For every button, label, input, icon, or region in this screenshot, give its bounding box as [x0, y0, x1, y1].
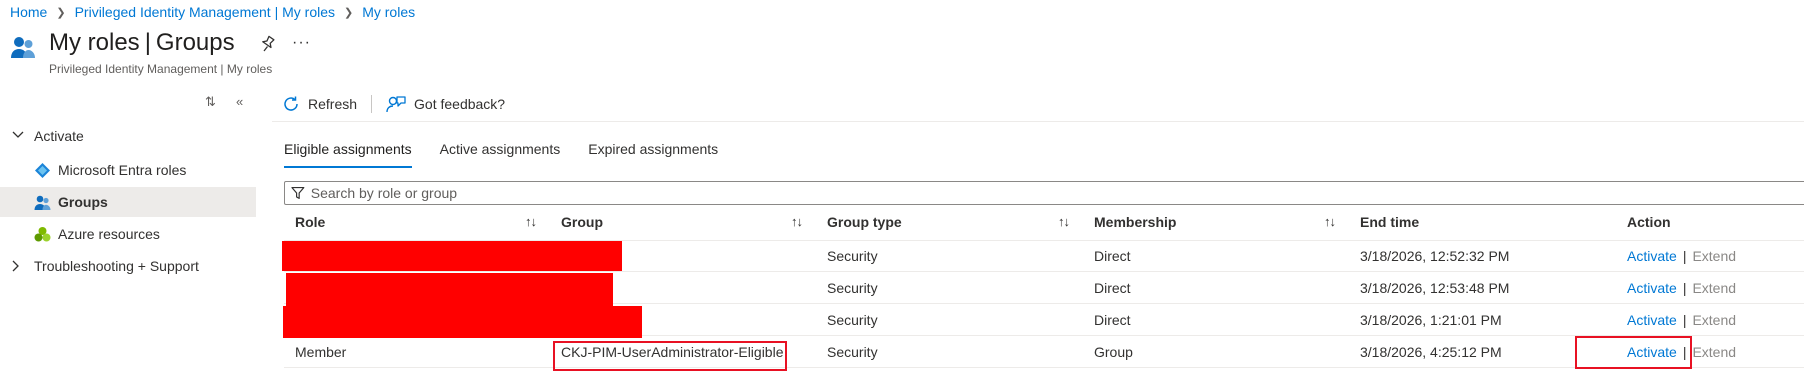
groups-icon: [11, 37, 35, 58]
column-header-action: Action: [1627, 214, 1671, 230]
sidebar-item-label: Activate: [34, 128, 84, 144]
command-bar: Refresh Got feedback?: [282, 90, 505, 118]
sidebar-item-label: Azure resources: [58, 226, 160, 242]
cell-action: Activate | Extend: [1627, 280, 1736, 296]
activate-highlight-box: [1575, 336, 1692, 369]
cell-end-time: 3/18/2026, 12:53:48 PM: [1360, 280, 1510, 296]
cell-end-time: 3/18/2026, 1:21:01 PM: [1360, 312, 1502, 328]
action-separator: |: [1682, 280, 1687, 296]
column-header-end-time: End time: [1360, 214, 1420, 230]
pin-icon[interactable]: [260, 35, 276, 53]
azure-resources-icon: [34, 227, 51, 242]
groups-icon: [34, 195, 51, 210]
breadcrumb: Home ❯ Privileged Identity Management | …: [10, 3, 415, 21]
cell-end-time: 3/18/2026, 12:52:32 PM: [1360, 248, 1510, 264]
sort-arrows-icon[interactable]: ↑↓: [791, 214, 803, 229]
refresh-icon: [284, 96, 298, 111]
action-separator: |: [1682, 312, 1687, 328]
sort-arrows-icon[interactable]: ↑↓: [1058, 214, 1070, 229]
filter-icon: [291, 187, 305, 199]
sidebar-item-troubleshooting-support[interactable]: Troubleshooting + Support: [0, 251, 256, 281]
collapse-sidebar-icon[interactable]: «: [236, 94, 243, 109]
activate-link[interactable]: Activate: [1627, 248, 1677, 264]
cell-group-type: Security: [827, 312, 878, 328]
activate-link[interactable]: Activate: [1627, 280, 1677, 296]
column-header-role[interactable]: Role: [295, 214, 325, 230]
breadcrumb-home[interactable]: Home: [10, 4, 47, 20]
toolbar-divider-line: [272, 121, 1804, 122]
redaction-block: [282, 241, 622, 271]
sidebar-item-label: Troubleshooting + Support: [34, 258, 199, 274]
cell-action: Activate | Extend: [1627, 248, 1736, 264]
cell-membership: Direct: [1094, 312, 1131, 328]
search-input[interactable]: [310, 185, 1804, 201]
cell-end-time: 3/18/2026, 4:25:12 PM: [1360, 344, 1502, 360]
page-title-sub: Groups: [155, 29, 235, 56]
more-options-icon[interactable]: ···: [292, 34, 311, 52]
tab-expired-assignments[interactable]: Expired assignments: [588, 141, 718, 165]
feedback-button[interactable]: Got feedback?: [386, 95, 505, 113]
sort-toggle-icon[interactable]: ⇅: [205, 94, 216, 110]
column-header-group-type[interactable]: Group type: [827, 214, 902, 230]
toolbar-divider: [371, 95, 373, 113]
refresh-label: Refresh: [308, 96, 358, 112]
page-title-main: My roles: [49, 29, 140, 56]
page-title-separator: |: [144, 29, 151, 56]
extend-link[interactable]: Extend: [1692, 280, 1736, 296]
cell-membership: Group: [1094, 344, 1133, 360]
redaction-block: [286, 273, 613, 306]
sort-arrows-icon[interactable]: ↑↓: [1324, 214, 1336, 229]
sidebar-item-microsoft-entra-roles[interactable]: Microsoft Entra roles: [0, 155, 256, 185]
chevron-right-icon: ❯: [56, 6, 66, 19]
sidebar-item-azure-resources[interactable]: Azure resources: [0, 219, 256, 249]
column-header-group[interactable]: Group: [561, 214, 603, 230]
cell-action: Activate | Extend: [1627, 312, 1736, 328]
cell-role: Member: [295, 344, 347, 360]
sidebar-item-label: Microsoft Entra roles: [58, 162, 187, 178]
cell-membership: Direct: [1094, 248, 1131, 264]
extend-link[interactable]: Extend: [1692, 312, 1736, 328]
breadcrumb-pim[interactable]: Privileged Identity Management | My role…: [75, 4, 335, 20]
page-subtitle: Privileged Identity Management | My role…: [49, 62, 273, 76]
cell-membership: Direct: [1094, 280, 1131, 296]
cell-group-type: Security: [827, 280, 878, 296]
sidebar-item-activate[interactable]: Activate: [0, 121, 256, 151]
assignment-tabs: Eligible assignments Active assignments …: [284, 141, 746, 168]
feedback-label: Got feedback?: [414, 96, 506, 112]
activate-link[interactable]: Activate: [1627, 312, 1677, 328]
column-header-membership[interactable]: Membership: [1094, 214, 1176, 230]
feedback-icon: [386, 96, 406, 113]
tab-active-assignments[interactable]: Active assignments: [440, 141, 561, 165]
chevron-right-icon: [12, 260, 19, 272]
extend-link[interactable]: Extend: [1692, 248, 1736, 264]
tab-eligible-assignments[interactable]: Eligible assignments: [284, 141, 412, 168]
action-separator: |: [1682, 248, 1687, 264]
sort-arrows-icon[interactable]: ↑↓: [525, 214, 537, 229]
cell-group-type: Security: [827, 248, 878, 264]
breadcrumb-my-roles[interactable]: My roles: [362, 4, 415, 20]
extend-link[interactable]: Extend: [1692, 344, 1736, 360]
group-highlight-box: [553, 341, 787, 371]
cell-group-type: Security: [827, 344, 878, 360]
entra-diamond-icon: [35, 163, 50, 178]
refresh-button[interactable]: Refresh: [282, 95, 357, 113]
sidebar-item-groups[interactable]: Groups: [0, 187, 256, 217]
chevron-right-icon: ❯: [344, 6, 354, 19]
search-box: [284, 181, 1804, 205]
redaction-block: [283, 306, 642, 338]
page-title: My roles | Groups: [49, 29, 235, 57]
row-divider: [284, 271, 1804, 272]
chevron-down-icon: [12, 131, 24, 138]
sidebar-item-label: Groups: [58, 194, 108, 210]
